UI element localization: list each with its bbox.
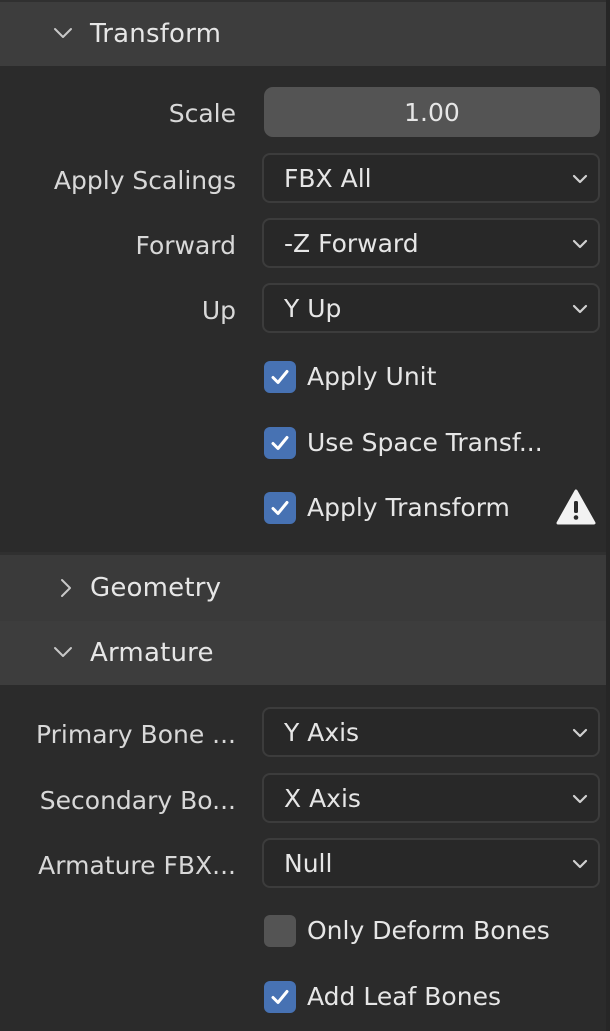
- armature-panel-body: Primary Bone ... Y Axis Secondary Bo... …: [0, 685, 606, 1031]
- armature-fbx-node-type-value: Null: [284, 848, 333, 878]
- secondary-bone-axis-label: Secondary Bo...: [39, 785, 236, 815]
- warning-icon: [556, 489, 596, 525]
- forward-value: -Z Forward: [284, 228, 419, 258]
- apply-scalings-row: Apply Scalings FBX All: [0, 152, 606, 208]
- primary-bone-axis-label: Primary Bone ...: [35, 719, 236, 749]
- primary-bone-axis-dropdown[interactable]: Y Axis: [262, 707, 600, 757]
- up-dropdown[interactable]: Y Up: [262, 283, 600, 333]
- chevron-down-icon: [572, 239, 588, 249]
- apply-unit-label: Apply Unit: [307, 361, 437, 391]
- only-deform-bones-checkbox[interactable]: [264, 915, 296, 947]
- panel-right-edge: [606, 0, 610, 1031]
- chevron-down-icon: [572, 304, 588, 314]
- apply-unit-row[interactable]: Apply Unit: [0, 348, 606, 404]
- secondary-bone-axis-row: Secondary Bo... X Axis: [0, 772, 606, 828]
- apply-transform-label: Apply Transform: [307, 492, 510, 522]
- chevron-down-icon: [52, 642, 74, 664]
- armature-fbx-node-type-dropdown[interactable]: Null: [262, 838, 600, 888]
- use-space-transform-checkbox[interactable]: [264, 427, 296, 459]
- scale-field[interactable]: 1.00: [264, 87, 600, 137]
- fbx-export-panel: Transform Scale 1.00 Apply Scalings FBX …: [0, 0, 610, 1031]
- chevron-down-icon: [572, 859, 588, 869]
- scale-row: Scale 1.00: [0, 85, 606, 141]
- add-leaf-bones-checkbox[interactable]: [264, 981, 296, 1013]
- forward-dropdown[interactable]: -Z Forward: [262, 218, 600, 268]
- apply-scalings-label: Apply Scalings: [53, 165, 236, 195]
- use-space-transform-label: Use Space Transf...: [307, 427, 543, 457]
- use-space-transform-row[interactable]: Use Space Transf...: [0, 414, 606, 470]
- transform-panel-body: Scale 1.00 Apply Scalings FBX All Forwar…: [0, 66, 606, 552]
- transform-panel-header[interactable]: Transform: [0, 2, 606, 66]
- secondary-bone-axis-value: X Axis: [284, 783, 361, 813]
- chevron-right-icon: [55, 577, 77, 599]
- primary-bone-axis-value: Y Axis: [284, 717, 360, 747]
- chevron-down-icon: [572, 794, 588, 804]
- secondary-bone-axis-dropdown[interactable]: X Axis: [262, 773, 600, 823]
- armature-panel-title: Armature: [90, 638, 214, 668]
- apply-transform-row[interactable]: Apply Transform: [0, 479, 606, 535]
- up-label: Up: [201, 295, 236, 325]
- add-leaf-bones-label: Add Leaf Bones: [307, 981, 501, 1011]
- up-value: Y Up: [284, 293, 342, 323]
- chevron-down-icon: [572, 728, 588, 738]
- armature-panel-header[interactable]: Armature: [0, 621, 606, 685]
- forward-label: Forward: [135, 230, 236, 260]
- only-deform-bones-row[interactable]: Only Deform Bones: [0, 902, 606, 958]
- geometry-panel-title: Geometry: [90, 573, 222, 603]
- checkmark-icon: [271, 501, 289, 515]
- apply-unit-checkbox[interactable]: [264, 361, 296, 393]
- forward-row: Forward -Z Forward: [0, 217, 606, 273]
- checkmark-icon: [271, 370, 289, 384]
- armature-fbx-node-type-row: Armature FBX... Null: [0, 837, 606, 893]
- only-deform-bones-label: Only Deform Bones: [307, 915, 550, 945]
- transform-panel-title: Transform: [90, 19, 222, 49]
- armature-fbx-node-type-label: Armature FBX...: [38, 850, 236, 880]
- primary-bone-axis-row: Primary Bone ... Y Axis: [0, 706, 606, 762]
- up-row: Up Y Up: [0, 282, 606, 338]
- add-leaf-bones-row[interactable]: Add Leaf Bones: [0, 968, 606, 1024]
- apply-scalings-value: FBX All: [284, 163, 372, 193]
- apply-scalings-dropdown[interactable]: FBX All: [262, 153, 600, 203]
- geometry-panel-header[interactable]: Geometry: [0, 555, 606, 621]
- apply-transform-checkbox[interactable]: [264, 492, 296, 524]
- scale-label: Scale: [168, 98, 236, 128]
- chevron-down-icon: [52, 23, 74, 45]
- checkmark-icon: [271, 436, 289, 450]
- chevron-down-icon: [572, 174, 588, 184]
- checkmark-icon: [271, 990, 289, 1004]
